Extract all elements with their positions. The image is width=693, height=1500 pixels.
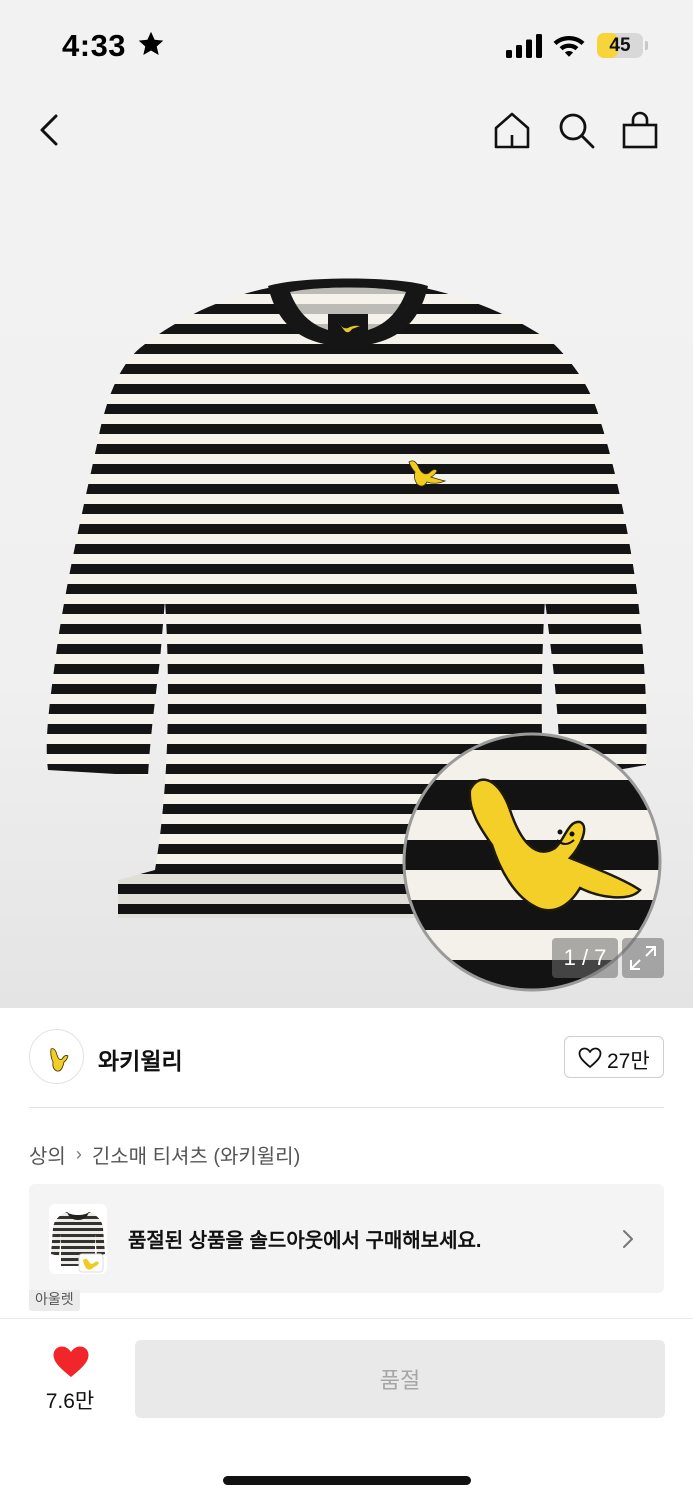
soldout-promo-banner[interactable]: 품절된 상품을 솔드아웃에서 구매해보세요. [29,1184,664,1293]
divider [29,1107,664,1108]
battery-indicator: 45 [597,33,643,58]
home-icon[interactable] [492,110,532,150]
wishlist-heart-icon[interactable] [52,1345,90,1379]
top-nav-bar [0,90,693,180]
breadcrumb-item-subcategory[interactable]: 긴소매 티셔츠 (와키윌리) [92,1140,300,1169]
status-bar: 4:33 45 [0,0,693,90]
promo-text: 품절된 상품을 솔드아웃에서 구매해보세요. [128,1230,482,1252]
expand-icon [630,946,656,970]
status-time: 4:33 [62,28,127,63]
shopping-bag-icon[interactable] [620,110,660,150]
search-icon[interactable] [556,110,596,150]
brand-like-button[interactable]: 27만 [564,1036,664,1078]
brand-logo-icon [50,1048,69,1072]
outlet-tag: 아울렛 [29,1290,80,1311]
chevron-right-icon [623,1230,633,1248]
product-image-carousel[interactable] [0,180,693,1008]
breadcrumb-item-category[interactable]: 상의 [29,1140,66,1169]
breadcrumb: 상의 › 긴소매 티셔츠 (와키윌리) [29,1140,300,1169]
brand-like-count: 27만 [607,1050,650,1073]
brand-logo[interactable] [29,1029,84,1084]
expand-image-button[interactable] [622,938,664,978]
promo-thumbnail [49,1204,107,1274]
battery-cap [645,41,648,50]
home-indicator [223,1476,471,1485]
wishlist-count: 7.6만 [45,1390,95,1413]
cellular-signal-icon [506,34,542,58]
wifi-icon [553,36,585,57]
battery-percent: 45 [609,35,631,56]
image-counter: 1 / 7 [552,938,618,978]
chevron-right-icon: › [75,1144,82,1164]
back-icon[interactable] [30,110,70,150]
product-image [46,278,662,992]
sold-out-button[interactable]: 품절 [135,1340,665,1418]
heart-outline-icon [578,1047,602,1069]
brand-name[interactable]: 와키윌리 [98,1042,183,1076]
star-icon [138,31,164,55]
